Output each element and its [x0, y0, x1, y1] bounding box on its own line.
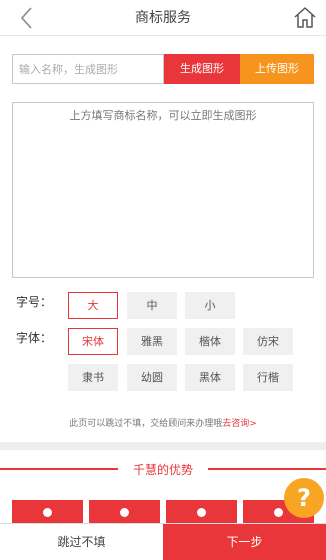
footer-bar: 跳过不填 下一步 — [0, 523, 326, 560]
skip-button[interactable]: 跳过不填 — [0, 524, 163, 560]
advantage-card — [166, 500, 237, 524]
trademark-name-input[interactable] — [12, 54, 164, 84]
dot-icon — [120, 508, 129, 517]
font-option-heiti[interactable]: 黑体 — [185, 364, 235, 391]
home-icon[interactable] — [292, 4, 318, 30]
header-bar: 商标服务 — [0, 0, 326, 36]
font-option-yahei[interactable]: 雅黑 — [127, 328, 177, 355]
font-option-fangsong[interactable]: 仿宋 — [243, 328, 293, 355]
upload-graphic-button[interactable]: 上传图形 — [240, 54, 314, 84]
page-title: 商标服务 — [135, 10, 191, 26]
next-step-button[interactable]: 下一步 — [163, 524, 326, 560]
size-label: 字号： — [16, 295, 53, 309]
font-option-youyuan[interactable]: 幼圆 — [127, 364, 177, 391]
dot-icon — [274, 508, 283, 517]
advantages-title: 千慧的优势 — [132, 463, 193, 477]
graphic-preview-area: 上方填写商标名称，可以立即生成图形 — [12, 102, 314, 278]
dot-icon — [197, 508, 206, 517]
preview-hint: 上方填写商标名称，可以立即生成图形 — [69, 109, 257, 122]
help-icon[interactable]: ? — [284, 478, 324, 518]
section-divider — [0, 442, 326, 450]
size-option-large[interactable]: 大 — [68, 292, 118, 319]
advantage-card — [12, 500, 83, 524]
name-input-row: 生成图形 上传图形 — [12, 54, 314, 84]
font-label: 字体： — [16, 331, 53, 345]
skip-note-text: 此页可以跳过不填，交给顾问来办理哦 — [69, 419, 223, 429]
dot-icon — [43, 508, 52, 517]
font-option-xingkai[interactable]: 行楷 — [243, 364, 293, 391]
size-option-small[interactable]: 小 — [185, 292, 235, 319]
font-option-kaiti[interactable]: 楷体 — [185, 328, 235, 355]
font-option-songti[interactable]: 宋体 — [68, 328, 118, 355]
consult-link[interactable]: 去咨询> — [222, 419, 257, 429]
generate-graphic-button[interactable]: 生成图形 — [164, 54, 240, 84]
size-option-medium[interactable]: 中 — [127, 292, 177, 319]
advantage-card — [89, 500, 160, 524]
font-option-lishu[interactable]: 隶书 — [68, 364, 118, 391]
skip-note: 此页可以跳过不填，交给顾问来办理哦去咨询> — [0, 416, 326, 429]
